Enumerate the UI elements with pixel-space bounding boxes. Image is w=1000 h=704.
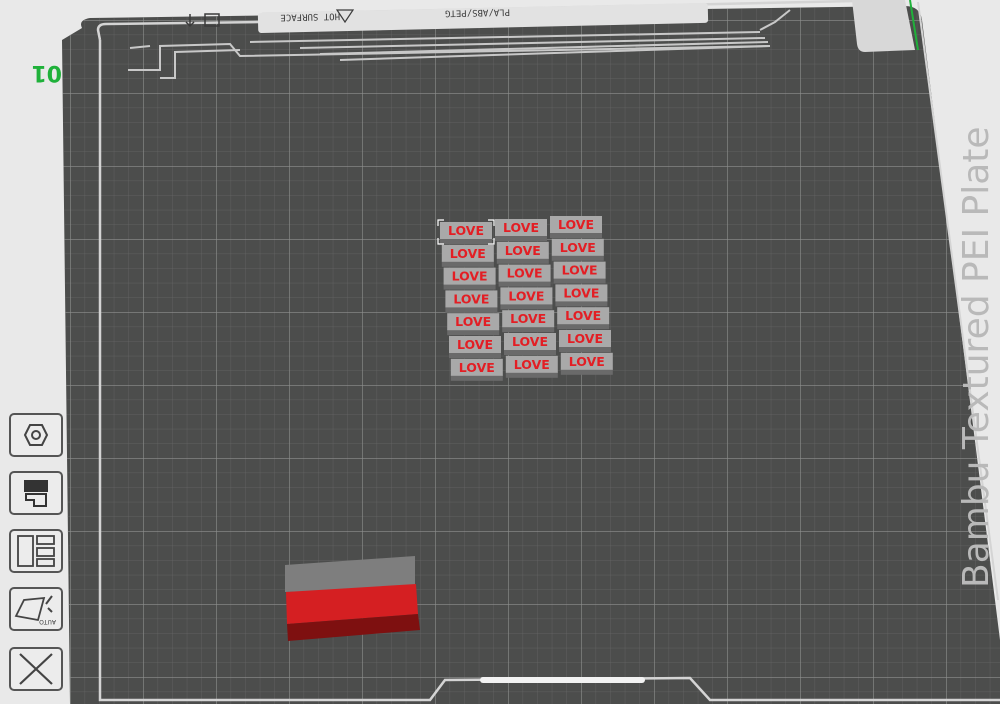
orient-button[interactable] xyxy=(8,412,64,458)
love-tile[interactable]: LOVE xyxy=(504,333,556,355)
plate-handle xyxy=(480,677,645,683)
love-tile-label: LOVE xyxy=(452,269,488,284)
auto-paint-button[interactable]: AUTO xyxy=(8,586,64,632)
love-tile[interactable]: LOVE xyxy=(551,238,604,261)
love-tile[interactable]: LOVE xyxy=(500,287,553,310)
filament-button[interactable] xyxy=(8,470,64,516)
plate-name: Bambu Textured PEI Plate xyxy=(956,126,997,588)
material-label: PLA/ABS/PETG xyxy=(445,6,510,17)
auto-label: AUTO xyxy=(39,618,56,625)
hot-surface-label: HOT SURFACE xyxy=(280,11,340,22)
love-tile[interactable]: LOVE xyxy=(559,330,611,352)
love-tile[interactable]: LOVE xyxy=(443,267,496,290)
love-tile[interactable]: LOVE xyxy=(502,310,555,333)
love-tile-label: LOVE xyxy=(563,285,599,300)
love-tile[interactable]: LOVE xyxy=(445,290,498,313)
love-tile-label: LOVE xyxy=(507,266,543,281)
love-tile[interactable]: LOVE xyxy=(553,261,606,284)
love-tile-label: LOVE xyxy=(503,220,539,235)
love-tile-label: LOVE xyxy=(562,263,598,278)
love-tile[interactable]: LOVE xyxy=(495,219,547,241)
love-tile-label: LOVE xyxy=(455,314,491,329)
love-tile-label: LOVE xyxy=(558,217,594,232)
love-tile[interactable]: LOVE xyxy=(447,313,500,336)
love-tiles-group[interactable]: LOVE LOVE LOVE LOVE LOVE LOVE LOVE LOVE LOVE LOVE… xyxy=(437,216,613,381)
plate-number: 01 xyxy=(31,60,62,85)
love-tile[interactable]: LOVE xyxy=(555,284,608,307)
arrange-button[interactable] xyxy=(8,528,64,574)
love-tile-label: LOVE xyxy=(567,331,603,346)
love-tile-label: LOVE xyxy=(510,311,546,326)
love-tile[interactable]: LOVE xyxy=(557,307,610,330)
love-tile[interactable]: LOVE xyxy=(450,358,503,381)
love-tile[interactable]: LOVE xyxy=(449,336,501,358)
plate-corner-tab xyxy=(852,0,915,52)
love-tile-label: LOVE xyxy=(560,240,596,255)
love-tile[interactable]: LOVE xyxy=(437,219,495,245)
love-tile-label: LOVE xyxy=(512,334,548,349)
love-tile-label: LOVE xyxy=(505,243,541,258)
love-tile[interactable]: LOVE xyxy=(505,355,558,378)
love-tile[interactable]: LOVE xyxy=(550,216,602,238)
filament-preview-block[interactable] xyxy=(285,556,420,641)
love-tile-label: LOVE xyxy=(453,291,489,306)
love-tile[interactable]: LOVE xyxy=(496,241,549,264)
love-tile[interactable]: LOVE xyxy=(441,244,494,267)
love-tile-label: LOVE xyxy=(448,223,484,238)
3d-viewport[interactable]: PLA/ABS/PETG HOT SURFACE Bambu Textured … xyxy=(0,0,1000,704)
love-tile[interactable]: LOVE xyxy=(560,352,613,375)
clear-button[interactable] xyxy=(8,646,64,692)
love-tile-label: LOVE xyxy=(569,354,605,369)
love-tile-label: LOVE xyxy=(457,337,493,352)
love-tile-label: LOVE xyxy=(565,308,601,323)
love-tile-label: LOVE xyxy=(514,357,550,372)
love-tile[interactable]: LOVE xyxy=(498,264,551,287)
love-tile-label: LOVE xyxy=(508,288,544,303)
love-tile-label: LOVE xyxy=(459,360,495,375)
love-tile-label: LOVE xyxy=(450,246,486,261)
